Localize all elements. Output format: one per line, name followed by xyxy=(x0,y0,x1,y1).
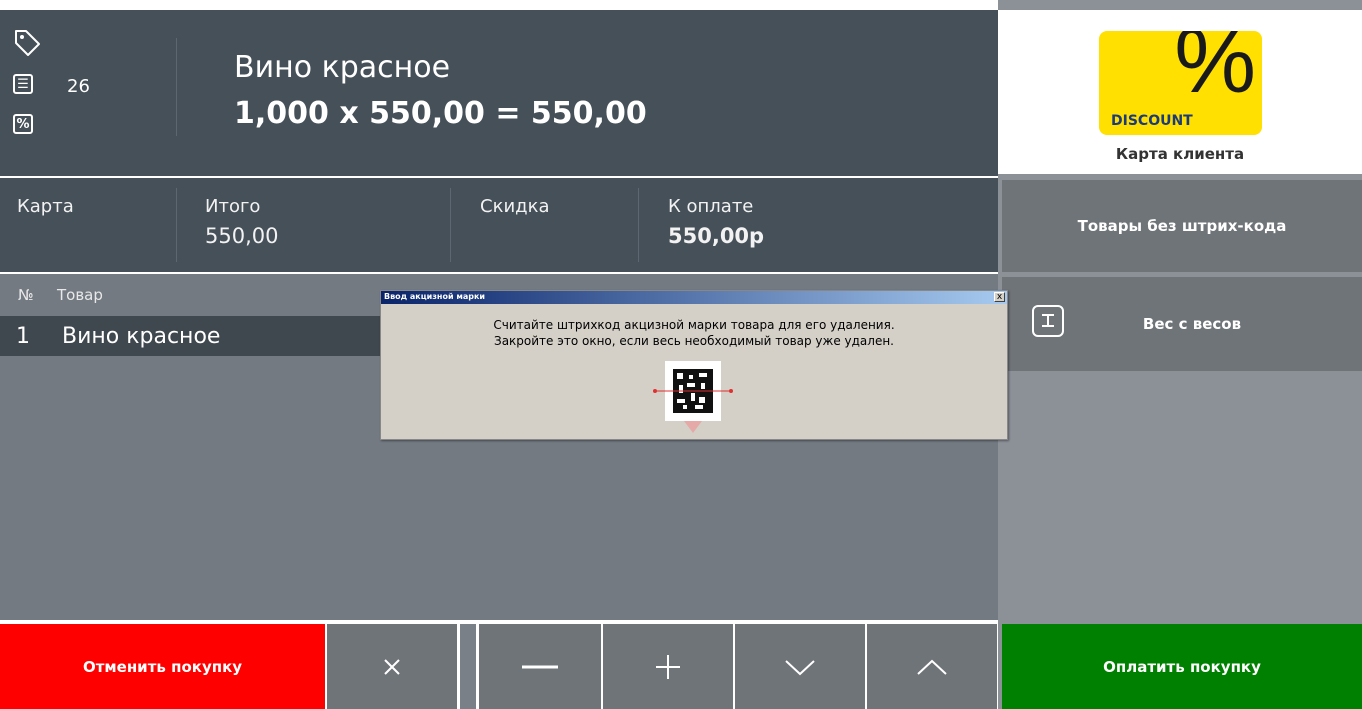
chevron-down-icon xyxy=(785,659,815,675)
total-value: 550,00 xyxy=(205,224,279,248)
column-header-item: Товар xyxy=(57,286,103,304)
increase-quantity-button[interactable] xyxy=(603,624,733,709)
dialog-title: Ввод акцизной марки xyxy=(384,292,486,301)
dialog-message-line-1: Считайте штрихкод акцизной марки товара … xyxy=(493,318,895,332)
weight-from-scale-button[interactable]: Вес с весов xyxy=(1002,277,1362,371)
item-name: Вино красное xyxy=(62,324,221,349)
divider xyxy=(176,38,177,136)
items-counter: 26 xyxy=(67,76,90,97)
card-label: Карта xyxy=(17,196,74,217)
divider xyxy=(450,188,451,262)
scroll-up-button[interactable] xyxy=(867,624,997,709)
divider xyxy=(638,188,639,262)
product-calculation: 1,000 x 550,00 = 550,00 xyxy=(234,96,647,131)
product-name: Вино красное xyxy=(234,50,451,85)
items-without-barcode-label: Товары без штрих-кода xyxy=(1077,217,1287,235)
separator xyxy=(460,624,476,709)
pay-purchase-label: Оплатить покупку xyxy=(1103,657,1261,676)
dialog-titlebar[interactable]: Ввод акцизной марки x xyxy=(381,291,1007,304)
excise-stamp-dialog: Ввод акцизной марки x Считайте штрихкод … xyxy=(380,290,1008,440)
column-header-number: № xyxy=(18,286,34,304)
right-panel: % DISCOUNT Карта клиента Товары без штри… xyxy=(998,0,1362,709)
cancel-purchase-label: Отменить покупку xyxy=(82,657,243,676)
close-icon xyxy=(384,658,400,675)
dialog-close-button[interactable]: x xyxy=(994,292,1005,302)
delete-item-button[interactable] xyxy=(327,624,457,709)
to-pay-value: 550,00р xyxy=(668,224,765,248)
tag-icon[interactable] xyxy=(13,28,41,62)
percent-icon[interactable]: % xyxy=(13,114,33,134)
client-card-label: Карта клиента xyxy=(1115,145,1245,163)
weight-from-scale-label: Вес с весов xyxy=(1142,315,1242,333)
total-label: Итого xyxy=(205,196,261,217)
scroll-down-button[interactable] xyxy=(735,624,865,709)
plus-icon xyxy=(656,654,680,679)
pay-purchase-button[interactable]: Оплатить покупку xyxy=(1002,624,1362,709)
minus-icon xyxy=(522,665,558,668)
chevron-up-icon xyxy=(917,659,947,675)
barcode-scan-icon xyxy=(653,361,733,433)
receipt-list-icon[interactable]: ☰ xyxy=(13,74,33,94)
receipt-summary: Карта Итого 550,00 Скидка К оплате 550,0… xyxy=(0,178,998,272)
items-without-barcode-button[interactable]: Товары без штрих-кода xyxy=(1002,180,1362,272)
discount-card-logo: % DISCOUNT xyxy=(1099,31,1262,135)
percent-symbol: % xyxy=(1174,31,1256,112)
list-item[interactable]: 1 Вино красное xyxy=(0,316,390,356)
item-number: 1 xyxy=(16,324,30,349)
discount-label: Скидка xyxy=(480,196,550,217)
client-card-button[interactable]: % DISCOUNT Карта клиента xyxy=(998,10,1362,178)
divider xyxy=(176,188,177,262)
current-item-header: ☰ % 26 Вино красное 1,000 x 550,00 = 550… xyxy=(0,10,998,176)
discount-word: DISCOUNT xyxy=(1111,113,1193,129)
to-pay-label: К оплате xyxy=(668,196,754,217)
cancel-purchase-button[interactable]: Отменить покупку xyxy=(0,624,325,709)
decrease-quantity-button[interactable] xyxy=(479,624,601,709)
dialog-message-line-2: Закройте это окно, если весь необходимый… xyxy=(494,334,894,348)
